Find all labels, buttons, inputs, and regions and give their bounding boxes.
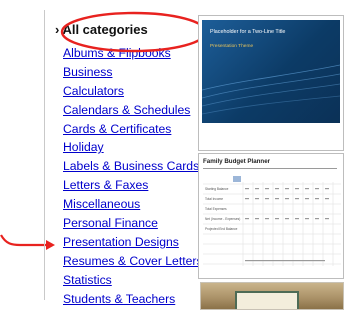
category-link-statistics[interactable]: Statistics	[63, 273, 112, 287]
category-link-cards-certificates[interactable]: Cards & Certificates	[63, 122, 171, 136]
category-item: Presentation Designs	[63, 233, 203, 252]
category-item: Calculators	[63, 82, 203, 101]
category-item: Miscellaneous	[63, 195, 203, 214]
category-item: Statistics	[63, 271, 203, 290]
category-item: Labels & Business Cards	[63, 157, 203, 176]
category-list: Albums & Flipbooks Business Calculators …	[63, 44, 203, 308]
category-link-miscellaneous[interactable]: Miscellaneous	[63, 197, 140, 211]
category-item: Letters & Faxes	[63, 176, 203, 195]
category-link-personal-finance[interactable]: Personal Finance	[63, 216, 158, 230]
category-item: Resumes & Cover Letters	[63, 252, 203, 271]
budget-row-label: Total Expenses	[205, 207, 227, 211]
photo-album-template-thumbnail[interactable]	[200, 282, 344, 310]
category-link-calculators[interactable]: Calculators	[63, 84, 124, 98]
category-item: Albums & Flipbooks	[63, 44, 203, 63]
budget-row-label: Projected End Balance	[205, 227, 238, 231]
photo-frame	[235, 291, 299, 309]
budget-row-label: Total Income	[205, 197, 224, 201]
category-panel: › All categories Albums & Flipbooks Busi…	[44, 10, 208, 306]
all-categories-heading[interactable]: › All categories	[55, 22, 148, 37]
category-link-albums-flipbooks[interactable]: Albums & Flipbooks	[63, 46, 171, 60]
category-link-holiday[interactable]: Holiday	[63, 140, 104, 154]
category-item: Business	[63, 63, 203, 82]
category-link-letters-faxes[interactable]: Letters & Faxes	[63, 178, 148, 192]
category-link-labels-business-cards[interactable]: Labels & Business Cards	[63, 159, 199, 173]
slide-title: Placeholder for a Two-Line Title	[210, 29, 286, 35]
slide-subtitle: Presentation Theme	[210, 44, 254, 49]
category-link-presentation-designs[interactable]: Presentation Designs	[63, 235, 179, 249]
budget-row-label: Starting Balance	[205, 187, 229, 191]
category-link-students-teachers[interactable]: Students & Teachers	[63, 292, 175, 306]
category-link-resumes-cover-letters[interactable]: Resumes & Cover Letters	[63, 254, 203, 268]
template-thumbnails: Placeholder for a Two-Line Title Present…	[198, 10, 348, 310]
budget-row-label: Net (Income - Expenses)	[205, 217, 241, 221]
category-item: Calendars & Schedules	[63, 101, 203, 120]
category-item: Cards & Certificates	[63, 120, 203, 139]
category-item: Students & Teachers	[63, 290, 203, 309]
category-link-business[interactable]: Business	[63, 65, 112, 79]
slide-preview: Placeholder for a Two-Line Title Present…	[202, 20, 340, 123]
budget-planner-template-thumbnail[interactable]: Family Budget Planner Starting Balance T…	[198, 153, 344, 279]
category-link-calendars-schedules[interactable]: Calendars & Schedules	[63, 103, 190, 117]
category-item: Personal Finance	[63, 214, 203, 233]
category-item: Holiday	[63, 138, 203, 157]
presentation-template-thumbnail[interactable]: Placeholder for a Two-Line Title Present…	[198, 15, 344, 151]
